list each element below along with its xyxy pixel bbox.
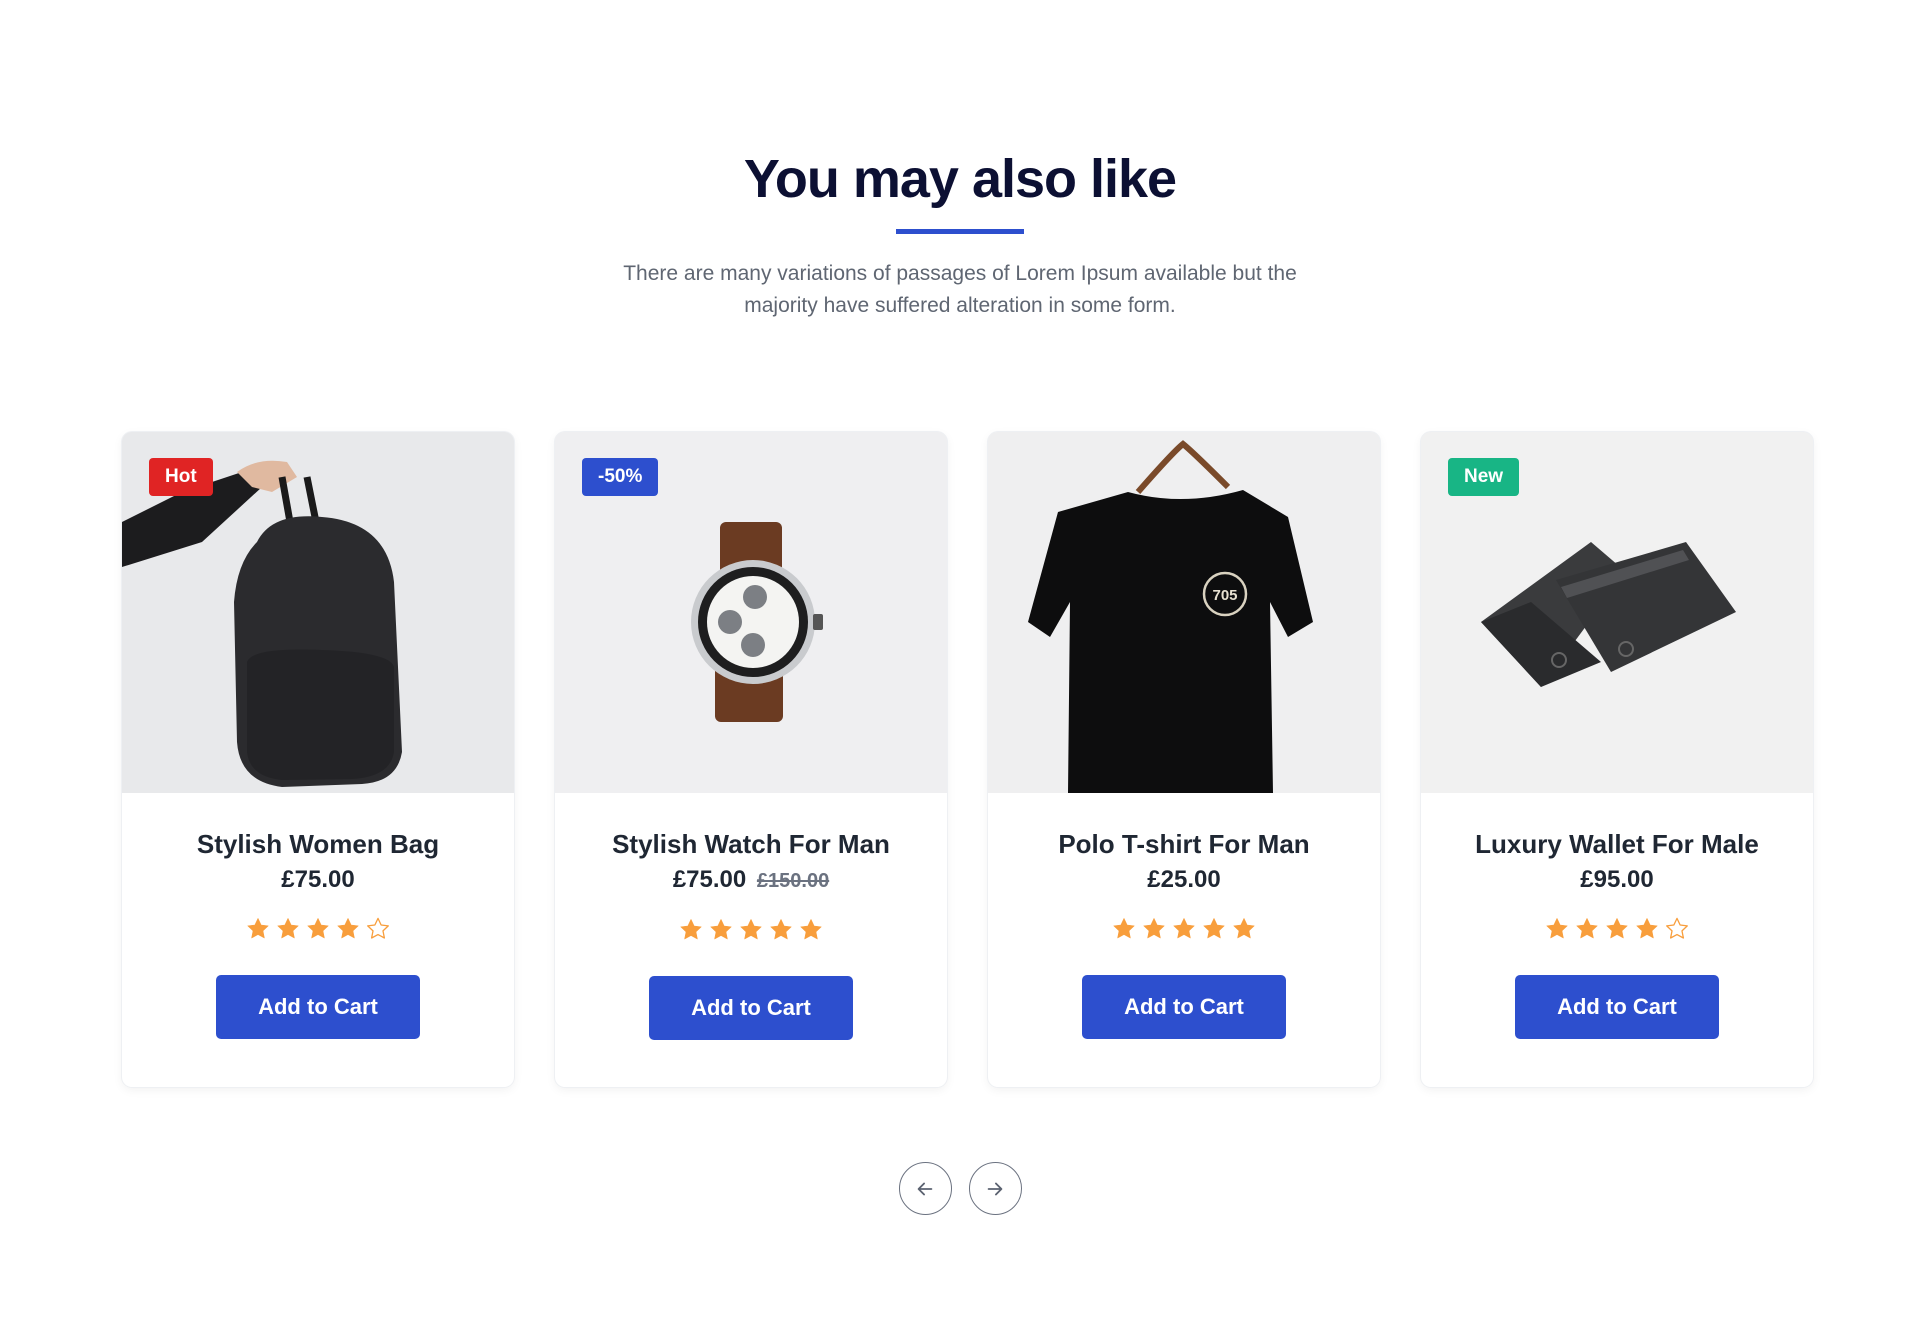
product-image[interactable]: -50% [555, 432, 947, 793]
add-to-cart-button[interactable]: Add to Cart [649, 976, 853, 1040]
original-price: £150.00 [756, 870, 830, 892]
product-carousel: Hot Stylish Women Bag £75.00 Add to Cart [122, 432, 1813, 1087]
section-subtitle: There are many variations of passages of… [623, 262, 1297, 318]
star-filled-icon [337, 918, 359, 939]
star-filled-icon [1203, 918, 1225, 939]
product-image[interactable]: New [1421, 432, 1813, 793]
product-name[interactable]: Luxury Wallet For Male [1421, 827, 1813, 861]
star-filled-icon [1606, 918, 1628, 939]
badge-hot: Hot [149, 458, 213, 496]
price-row: £75.00 [122, 862, 514, 898]
star-filled-icon [1173, 918, 1195, 939]
current-price: £75.00 [281, 866, 355, 893]
title-underline [896, 229, 1024, 235]
tshirt-image: 705 [988, 432, 1380, 793]
product-name[interactable]: Stylish Women Bag [122, 827, 514, 861]
star-filled-icon [710, 919, 732, 940]
arrow-right-icon [987, 1182, 1003, 1195]
current-price: £95.00 [1580, 866, 1654, 893]
star-filled-icon [680, 919, 702, 940]
star-filled-icon [1143, 918, 1165, 939]
price-row: £75.00 £150.00 [555, 862, 947, 899]
star-filled-icon [277, 918, 299, 939]
star-filled-icon [1636, 918, 1658, 939]
current-price: £75.00 [672, 866, 747, 893]
star-filled-icon [307, 918, 329, 939]
star-filled-icon [1233, 918, 1255, 939]
star-filled-icon [740, 919, 762, 940]
svg-text:705: 705 [1212, 587, 1237, 604]
add-to-cart-button[interactable]: Add to Cart [1515, 975, 1719, 1039]
product-image[interactable]: 705 [988, 432, 1380, 793]
star-rating [555, 917, 947, 947]
star-empty-icon [367, 917, 389, 939]
price-row: £25.00 [988, 862, 1380, 898]
product-image[interactable]: Hot [122, 432, 514, 793]
product-card[interactable]: New Luxury Wallet For Male £95.00 Add to… [1421, 432, 1813, 1087]
carousel-next-button[interactable] [968, 1162, 1022, 1215]
star-rating [1421, 916, 1813, 946]
star-filled-icon [1113, 918, 1135, 939]
badge-sale: -50% [582, 458, 659, 496]
product-name[interactable]: Stylish Watch For Man [555, 827, 947, 861]
badge-new: New [1448, 458, 1520, 496]
price-row: £95.00 [1421, 862, 1813, 898]
star-filled-icon [770, 919, 792, 940]
product-card[interactable]: -50% Stylish Watch For Man £75.00 £150.0… [555, 432, 947, 1087]
star-filled-icon [247, 918, 269, 939]
section-title: You may also like [743, 149, 1177, 209]
add-to-cart-button[interactable]: Add to Cart [216, 975, 420, 1039]
star-rating [988, 916, 1380, 946]
carousel-nav [0, 1162, 1920, 1215]
arrow-left-icon [917, 1182, 933, 1195]
star-empty-icon [1666, 917, 1688, 939]
star-filled-icon [1576, 918, 1598, 939]
star-rating [122, 916, 514, 946]
add-to-cart-button[interactable]: Add to Cart [1082, 975, 1286, 1039]
star-filled-icon [800, 919, 822, 940]
product-card[interactable]: Hot Stylish Women Bag £75.00 Add to Cart [122, 432, 514, 1087]
current-price: £25.00 [1147, 866, 1221, 893]
carousel-prev-button[interactable] [898, 1162, 952, 1215]
section-header: You may also like There are many variati… [0, 149, 1920, 322]
star-filled-icon [1546, 918, 1568, 939]
product-name[interactable]: Polo T-shirt For Man [988, 827, 1380, 861]
product-card[interactable]: 705 Polo T-shirt For Man £25.00 Add to C… [988, 432, 1380, 1087]
